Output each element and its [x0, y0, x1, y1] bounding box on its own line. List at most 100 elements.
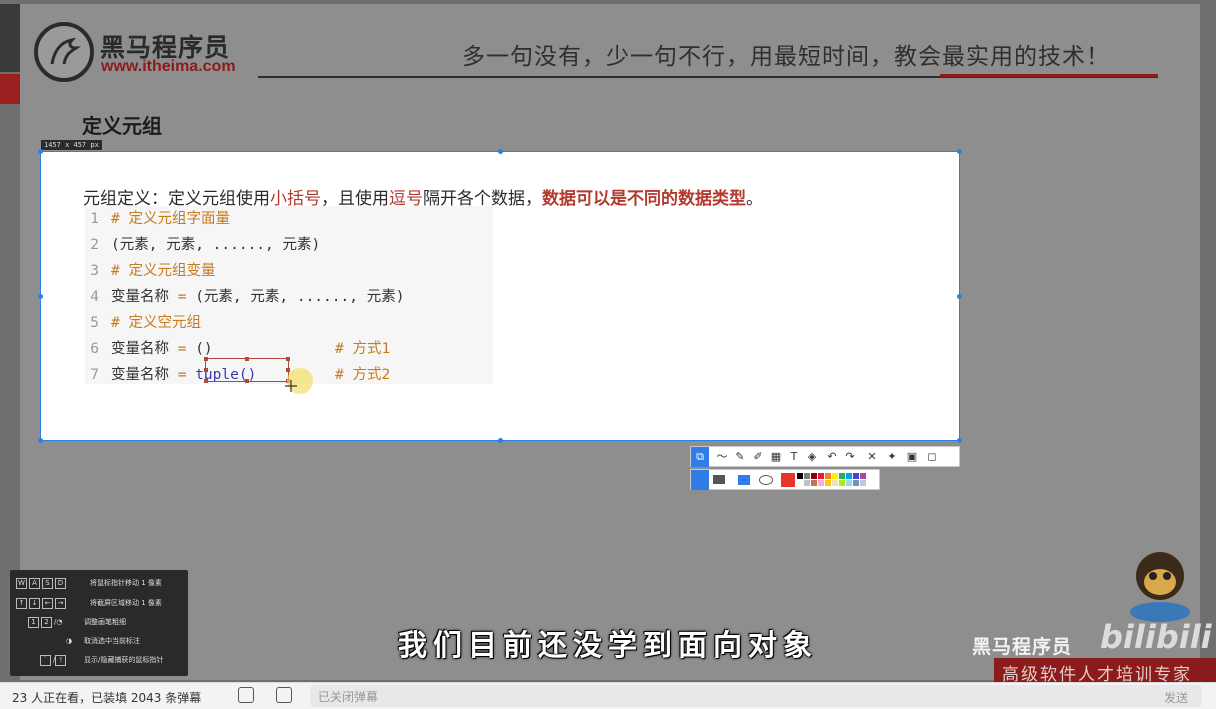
ellipse-icon[interactable] — [759, 475, 773, 485]
annotation-style-toolbar — [690, 469, 880, 490]
danmaku-settings-icon[interactable] — [276, 687, 292, 703]
rectangle-fill-icon[interactable] — [713, 475, 725, 484]
annotation-handle[interactable] — [204, 357, 208, 361]
annotation-handle[interactable] — [245, 379, 249, 383]
key-cap: D — [55, 577, 66, 589]
rectangle-annotation[interactable] — [204, 357, 290, 383]
color-swatch[interactable] — [839, 480, 845, 486]
code-line: 6 变量名称 = () # 方式1 — [85, 336, 390, 362]
key-cap: S — [42, 577, 53, 589]
resize-handle[interactable] — [957, 438, 962, 443]
color-swatch[interactable] — [846, 480, 852, 486]
pin-icon[interactable]: ✦ — [885, 447, 899, 467]
marker-icon[interactable]: ✐ — [751, 447, 765, 467]
danmaku-toggle-icon[interactable] — [238, 687, 254, 703]
color-swatch[interactable] — [832, 480, 838, 486]
color-swatch[interactable] — [825, 480, 831, 486]
header-slogan: 多一句没有，少一句不行，用最短时间，教会最实用的技术！ — [462, 44, 1110, 70]
code-comment: # 定义元组变量 — [111, 263, 216, 279]
color-swatch[interactable] — [860, 473, 866, 479]
color-swatch[interactable] — [825, 473, 831, 479]
danmaku-input[interactable]: 已关闭弹幕 发送 — [310, 685, 1202, 707]
bilibili-logo: bilibili — [1100, 618, 1212, 656]
color-swatch[interactable] — [846, 473, 852, 479]
brand-url: www.itheima.com — [101, 58, 236, 75]
player-bottom-bar: 23 人正在看，已装填 2043 条弹幕 已关闭弹幕 发送 — [0, 682, 1216, 709]
code-line: 5 # 定义空元组 — [85, 310, 201, 336]
key-cap: ↓ — [29, 597, 40, 609]
move-cursor-icon — [285, 380, 297, 392]
key-cap: → — [55, 597, 66, 609]
resize-handle[interactable] — [38, 438, 43, 443]
viewer-status: 23 人正在看，已装填 2043 条弹幕 — [12, 691, 202, 705]
code-text: (元素, 元素, ......, 元素) — [195, 289, 405, 305]
line-number: 2 — [90, 237, 99, 253]
code-line: 1 # 定义元组字面量 — [85, 206, 230, 232]
screenshot-selection-area[interactable]: 元组定义：定义元组使用小括号，且使用逗号隔开各个数据，数据可以是不同的数据类型。… — [38, 149, 962, 443]
curve-icon[interactable]: 〜 — [715, 447, 729, 467]
danmaku-placeholder: 已关闭弹幕 — [318, 690, 379, 704]
resize-handle[interactable] — [498, 438, 503, 443]
color-swatch[interactable] — [811, 480, 817, 486]
monkey-mascot-icon — [1130, 552, 1190, 622]
redo-icon[interactable]: ↷ — [843, 447, 857, 467]
resize-handle[interactable] — [957, 294, 962, 299]
shortcut-row: WASD 将鼠标指针移动 1 像素 — [16, 574, 162, 592]
key-cap: A — [29, 577, 40, 589]
shortcut-label: 将截屏区域移动 1 像素 — [90, 599, 162, 607]
color-swatch[interactable] — [832, 473, 838, 479]
resize-handle[interactable] — [957, 149, 962, 154]
code-line: 4 变量名称 = (元素, 元素, ......, 元素) — [85, 284, 404, 310]
code-line: 3 # 定义元组变量 — [85, 258, 215, 284]
resize-handle[interactable] — [498, 149, 503, 154]
horse-logo-icon — [34, 22, 94, 82]
shortcut-label: 将鼠标指针移动 1 像素 — [90, 579, 162, 587]
color-swatch[interactable] — [860, 480, 866, 486]
pen-size-icon[interactable] — [691, 470, 709, 490]
eraser-icon[interactable]: ◈ — [805, 447, 819, 467]
undo-icon[interactable]: ↶ — [825, 447, 839, 467]
watermark-brand: 黑马程序员 — [972, 636, 1073, 658]
color-swatch[interactable] — [818, 473, 824, 479]
definition-part: 。 — [746, 189, 763, 209]
annotation-handle[interactable] — [245, 357, 249, 361]
video-frame: 黑马程序员 www.itheima.com 多一句没有，少一句不行，用最短时间，… — [0, 0, 1216, 708]
rectangle-icon[interactable] — [737, 474, 751, 486]
copy-icon[interactable]: ◻ — [925, 447, 939, 467]
shortcut-row: ↑ ↓ ← → 将截屏区域移动 1 像素 — [16, 594, 162, 612]
pencil-icon[interactable]: ✎ — [733, 447, 747, 467]
color-swatch[interactable] — [853, 480, 859, 486]
capture-dimension-badge: 1457 x 457 px — [41, 140, 102, 150]
annotation-handle[interactable] — [204, 379, 208, 383]
key-cap: ↑ — [16, 597, 27, 609]
color-swatch[interactable] — [839, 473, 845, 479]
code-comment: # 定义空元组 — [111, 315, 201, 331]
slide-side-tab — [0, 4, 20, 72]
resize-handle[interactable] — [38, 294, 43, 299]
text-icon[interactable]: T — [787, 447, 801, 467]
active-color-swatch[interactable] — [781, 473, 795, 487]
line-number: 5 — [90, 315, 99, 331]
resize-handle[interactable] — [38, 149, 43, 154]
close-icon[interactable]: ✕ — [865, 447, 879, 467]
annotation-handle[interactable] — [286, 357, 290, 361]
color-swatch[interactable] — [818, 480, 824, 486]
key-cap: W — [16, 577, 27, 589]
code-comment: # 方式2 — [335, 367, 391, 383]
header-divider-accent — [940, 74, 1158, 77]
color-swatch[interactable] — [811, 473, 817, 479]
color-swatch[interactable] — [797, 480, 803, 486]
mosaic-icon[interactable]: ▦ — [769, 447, 783, 467]
line-number: 6 — [90, 341, 99, 357]
select-icon[interactable]: ⧉ — [691, 447, 709, 467]
send-button[interactable]: 发送 — [1164, 689, 1188, 706]
color-swatch[interactable] — [804, 473, 810, 479]
color-swatch[interactable] — [853, 473, 859, 479]
code-comment: # 定义元组字面量 — [111, 211, 230, 227]
annotation-handle[interactable] — [204, 368, 208, 372]
definition-highlight: 数据可以是不同的数据类型 — [542, 189, 746, 209]
code-operator: = — [177, 367, 187, 383]
color-swatch[interactable] — [797, 473, 803, 479]
color-swatch[interactable] — [804, 480, 810, 486]
save-icon[interactable]: ▣ — [905, 447, 919, 467]
